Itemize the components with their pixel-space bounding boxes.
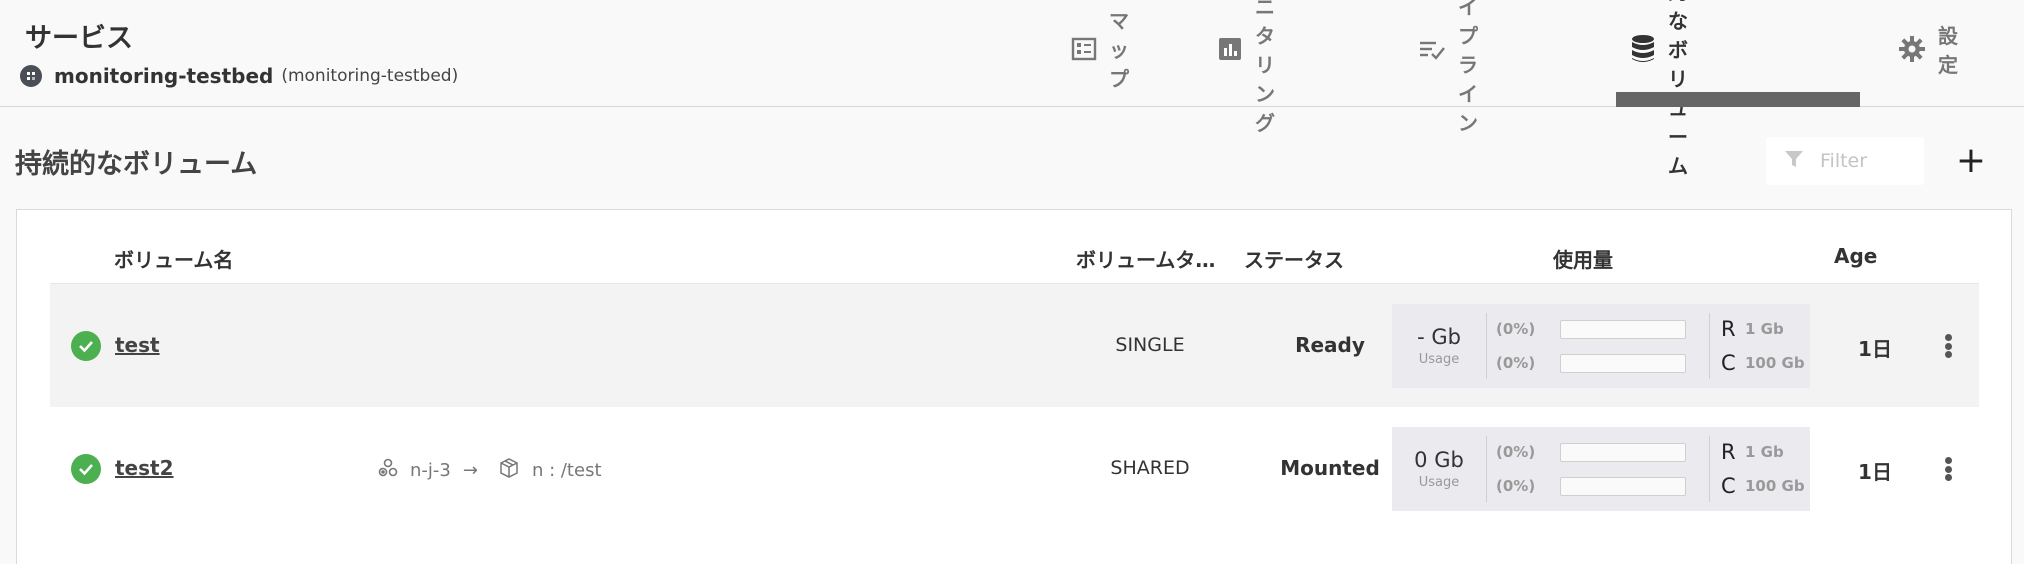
filter-input[interactable] — [1820, 150, 1920, 172]
check-circle-icon — [71, 454, 101, 484]
request-key: R — [1721, 440, 1736, 464]
usage-label: Usage — [1418, 352, 1460, 367]
table-row[interactable]: test SINGLE Ready - Gb Usage (0%) (0%) R… — [50, 283, 1979, 407]
column-header-status[interactable]: ステータス — [1244, 244, 1344, 273]
bar-chart-icon — [1217, 36, 1243, 72]
filter-icon — [1784, 149, 1804, 173]
column-header-type[interactable]: ボリュームタ… — [1076, 244, 1215, 273]
service-icon — [20, 65, 42, 87]
tab-map[interactable]: マップ — [1071, 0, 1129, 107]
tab-monitoring[interactable]: モニタリング — [1217, 0, 1275, 135]
usage-summary: 0 Gb Usage — [1392, 448, 1486, 490]
capacity-percent: (0%) — [1496, 477, 1536, 495]
tab-pipeline[interactable]: パイプライン — [1418, 0, 1478, 135]
gear-icon — [1898, 35, 1926, 73]
volume-age: 1日 — [1858, 460, 1892, 484]
column-header-name[interactable]: ボリューム名 — [114, 244, 233, 273]
service-info: monitoring-testbed (monitoring-testbed) — [20, 64, 458, 88]
request-percent: (0%) — [1496, 443, 1536, 461]
request-value: 1 Gb — [1745, 320, 1784, 338]
volume-name-link[interactable]: test2 — [115, 456, 174, 480]
filter-box[interactable] — [1766, 137, 1924, 185]
capacity-progress-bar — [1560, 476, 1686, 496]
pipeline-icon — [1418, 36, 1446, 72]
usage-bars: (0%) (0%) — [1487, 435, 1709, 503]
service-name: monitoring-testbed — [54, 64, 274, 88]
usage-panel: 0 Gb Usage (0%) (0%) R 1 Gb C 100 Gb — [1392, 427, 1810, 511]
package-box-icon — [498, 457, 520, 484]
mount-info: n-j-3 → n : /test — [372, 457, 608, 484]
capacity-progress-bar — [1560, 353, 1686, 373]
tab-settings[interactable]: 設定 — [1898, 0, 1958, 107]
capacity-value: 100 Gb — [1745, 477, 1805, 495]
capacity-value: 100 Gb — [1745, 354, 1805, 372]
usage-value: 0 Gb — [1414, 448, 1464, 472]
request-capacity: R 1 Gb C 100 Gb — [1710, 312, 1805, 380]
column-header-age[interactable]: Age — [1834, 244, 1877, 268]
request-progress-bar — [1560, 319, 1686, 339]
capacity-percent: (0%) — [1496, 354, 1536, 372]
tab-label: パイプライン — [1458, 0, 1478, 135]
request-progress-bar — [1560, 442, 1686, 462]
request-key: R — [1721, 317, 1736, 341]
volume-age: 1日 — [1858, 337, 1892, 361]
active-tab-indicator — [1616, 92, 1860, 107]
check-circle-icon — [71, 331, 101, 361]
column-header-usage[interactable]: 使用量 — [1553, 244, 1613, 273]
request-percent: (0%) — [1496, 320, 1536, 338]
capacity-key: C — [1721, 351, 1736, 375]
usage-bars: (0%) (0%) — [1487, 312, 1709, 380]
volumes-table: ボリューム名 ボリュームタ… ステータス 使用量 Age test SINGLE… — [16, 209, 2012, 564]
cluster-nodes-icon — [378, 458, 398, 483]
usage-value: - Gb — [1417, 325, 1461, 349]
mount-path: n : /test — [531, 460, 602, 481]
volume-type: SHARED — [1110, 457, 1190, 479]
volume-name-link[interactable]: test — [115, 333, 160, 357]
tab-persistent-volumes[interactable]: 持続的なボリューム — [1630, 0, 1688, 178]
more-vert-icon[interactable] — [1938, 328, 1958, 364]
tab-label: モニタリング — [1255, 0, 1275, 135]
page-heading: サービス — [25, 23, 133, 54]
usage-label: Usage — [1418, 475, 1460, 490]
database-icon — [1630, 34, 1656, 74]
request-value: 1 Gb — [1745, 443, 1784, 461]
node-name: n-j-3 — [410, 460, 451, 481]
service-id: (monitoring-testbed) — [281, 66, 459, 86]
map-icon — [1071, 36, 1097, 72]
table-row[interactable]: test2 n-j-3 → n : /test SHARED Mounted 0… — [50, 407, 1979, 531]
volume-type: SINGLE — [1115, 334, 1185, 356]
capacity-key: C — [1721, 474, 1736, 498]
tab-label: マップ — [1109, 9, 1129, 91]
usage-summary: - Gb Usage — [1392, 325, 1486, 367]
more-vert-icon[interactable] — [1938, 451, 1958, 487]
section-title: 持続的なボリューム — [15, 149, 258, 180]
add-volume-button[interactable]: + — [1955, 140, 1987, 181]
usage-panel: - Gb Usage (0%) (0%) R 1 Gb C 100 Gb — [1392, 304, 1810, 388]
request-capacity: R 1 Gb C 100 Gb — [1710, 435, 1805, 503]
arrow-right-icon: → — [462, 460, 478, 481]
tab-label: 設定 — [1938, 23, 1958, 77]
app-header: サービス monitoring-testbed (monitoring-test… — [0, 0, 2024, 178]
